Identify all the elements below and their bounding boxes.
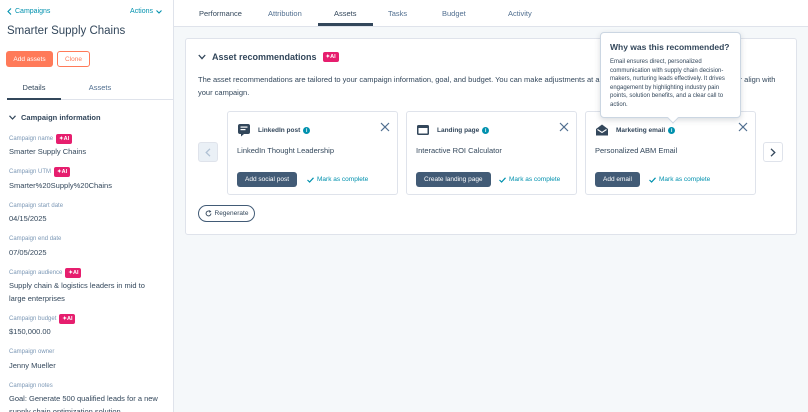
field-end-date: Campaign end date 07/05/2025 <box>9 235 159 260</box>
campaign-title: Smarter Supply Chains <box>7 25 126 37</box>
campaign-fields: Campaign name ✦AI Smarter Supply Chains C… <box>9 133 159 412</box>
field-label: Campaign budget <box>9 315 57 322</box>
mark-as-complete-link[interactable]: Mark as complete <box>307 176 368 183</box>
tab-attribution[interactable]: Attribution <box>268 9 302 18</box>
regenerate-button[interactable]: Regenerate <box>198 205 255 222</box>
campaign-sidebar: Campaigns Actions Smarter Supply Chains … <box>0 0 174 412</box>
tooltip-body: Email ensures direct, personalized commu… <box>610 59 725 108</box>
chevron-left-icon <box>205 147 211 157</box>
campaign-information-toggle[interactable]: Campaign information <box>9 113 101 122</box>
info-icon[interactable]: i <box>482 127 490 134</box>
field-value[interactable]: Supply chain & logistics leaders in mid … <box>9 280 159 305</box>
add-email-button[interactable]: Add email <box>595 172 640 187</box>
close-icon[interactable] <box>559 122 569 132</box>
asset-type: Landing page <box>437 127 480 134</box>
field-value[interactable]: Smarter Supply Chains <box>9 146 159 159</box>
field-label: Campaign audience <box>9 269 63 276</box>
field-label: Campaign name <box>9 135 54 142</box>
chevron-left-icon <box>7 8 12 15</box>
asset-name: LinkedIn Thought Leadership <box>237 146 335 155</box>
field-owner: Campaign owner Jenny Mueller <box>9 348 159 373</box>
campaign-tabbar: Performance Attribution Assets Tasks Bud… <box>174 0 808 27</box>
tooltip-title: Why was this recommended? <box>610 42 730 52</box>
tab-performance[interactable]: Performance <box>199 9 242 18</box>
recommendations-title: Asset recommendations <box>212 52 317 62</box>
chevron-down-icon <box>9 115 16 120</box>
back-to-campaigns-link[interactable]: Campaigns <box>7 8 50 15</box>
add-assets-button[interactable]: Add assets <box>6 51 53 67</box>
sidebar-topline: Campaigns Actions <box>7 8 165 18</box>
check-icon <box>649 176 656 183</box>
field-label: Campaign notes <box>9 382 53 389</box>
field-value[interactable]: Smarter%20Supply%20Chains <box>9 180 159 193</box>
field-label: Campaign UTM <box>9 169 52 175</box>
ai-badge: ✦AI <box>322 52 339 62</box>
field-budget: Campaign budget ✦AI $150,000.00 <box>9 313 159 339</box>
add-social-post-button[interactable]: Add social post <box>237 172 298 187</box>
why-recommended-tooltip: Why was this recommended? Email ensures … <box>600 32 741 124</box>
chevron-down-icon <box>198 54 206 60</box>
close-icon[interactable] <box>380 122 390 132</box>
check-icon <box>499 176 506 183</box>
recommendation-card: Marketing email i Personalized ABM Email … <box>585 111 756 195</box>
info-icon[interactable]: i <box>303 127 311 134</box>
field-value[interactable]: Goal: Generate 500 qualified leads for a… <box>9 393 159 412</box>
tab-activity[interactable]: Activity <box>508 9 532 18</box>
field-audience: Campaign audience ✦AI Supply chain & logi… <box>9 267 159 305</box>
field-value[interactable]: $150,000.00 <box>9 326 159 339</box>
email-icon <box>596 124 608 136</box>
sidebar-tabs: Details Assets <box>7 80 173 100</box>
asset-type: LinkedIn post <box>258 127 301 134</box>
recommendation-card: LinkedIn post i LinkedIn Thought Leadersh… <box>227 111 398 195</box>
close-icon[interactable] <box>738 122 748 132</box>
back-link-label: Campaigns <box>15 8 51 15</box>
asset-name: Interactive ROI Calculator <box>416 146 502 155</box>
field-label: Campaign owner <box>9 349 55 355</box>
tab-tasks[interactable]: Tasks <box>388 9 407 18</box>
chevron-right-icon <box>770 147 776 157</box>
actions-dropdown[interactable]: Actions <box>130 8 162 15</box>
field-notes: Campaign notes Goal: Generate 500 qualif… <box>9 381 159 412</box>
ai-badge: ✦AI <box>59 313 76 324</box>
field-label: Campaign end date <box>9 236 62 242</box>
field-label: Campaign start date <box>9 202 64 209</box>
field-value[interactable]: 07/05/2025 <box>9 247 159 260</box>
asset-type: Marketing email <box>616 127 666 134</box>
create-landing-page-button[interactable]: Create landing page <box>416 172 491 187</box>
ai-badge: ✦AI <box>65 267 82 278</box>
asset-name: Personalized ABM Email <box>595 146 678 155</box>
check-icon <box>307 176 314 183</box>
tab-budget[interactable]: Budget <box>442 9 466 18</box>
landing-page-icon <box>417 125 429 135</box>
social-post-icon <box>238 124 250 137</box>
clone-button[interactable]: Clone <box>57 51 90 67</box>
recommendations-header[interactable]: Asset recommendations ✦AI <box>198 52 339 62</box>
carousel-next-button[interactable] <box>763 142 783 162</box>
info-icon[interactable]: i <box>668 127 676 134</box>
refresh-icon <box>205 210 211 217</box>
mark-as-complete-link[interactable]: Mark as complete <box>499 176 560 183</box>
tab-assets[interactable]: Assets <box>334 9 357 18</box>
field-campaign-name: Campaign name ✦AI Smarter Supply Chains <box>9 133 159 159</box>
ai-badge: ✦AI <box>56 133 73 144</box>
actions-label: Actions <box>130 8 153 15</box>
tab-details[interactable]: Details <box>7 80 61 100</box>
field-campaign-utm: Campaign UTM ✦AI Smarter%20Supply%20Chain… <box>9 167 159 193</box>
chevron-down-icon <box>156 9 162 14</box>
field-value[interactable]: 04/15/2025 <box>9 213 159 226</box>
field-start-date: Campaign start date 04/15/2025 <box>9 201 159 226</box>
tab-assets-side[interactable]: Assets <box>77 80 123 100</box>
mark-as-complete-link[interactable]: Mark as complete <box>649 176 710 183</box>
active-tab-indicator <box>318 23 373 26</box>
section-title: Campaign information <box>21 113 101 122</box>
field-value[interactable]: Jenny Mueller <box>9 360 159 373</box>
carousel-prev-button[interactable] <box>198 142 218 162</box>
recommendation-card: Landing page i Interactive ROI Calculator… <box>406 111 577 195</box>
ai-badge: ✦AI <box>54 167 71 177</box>
